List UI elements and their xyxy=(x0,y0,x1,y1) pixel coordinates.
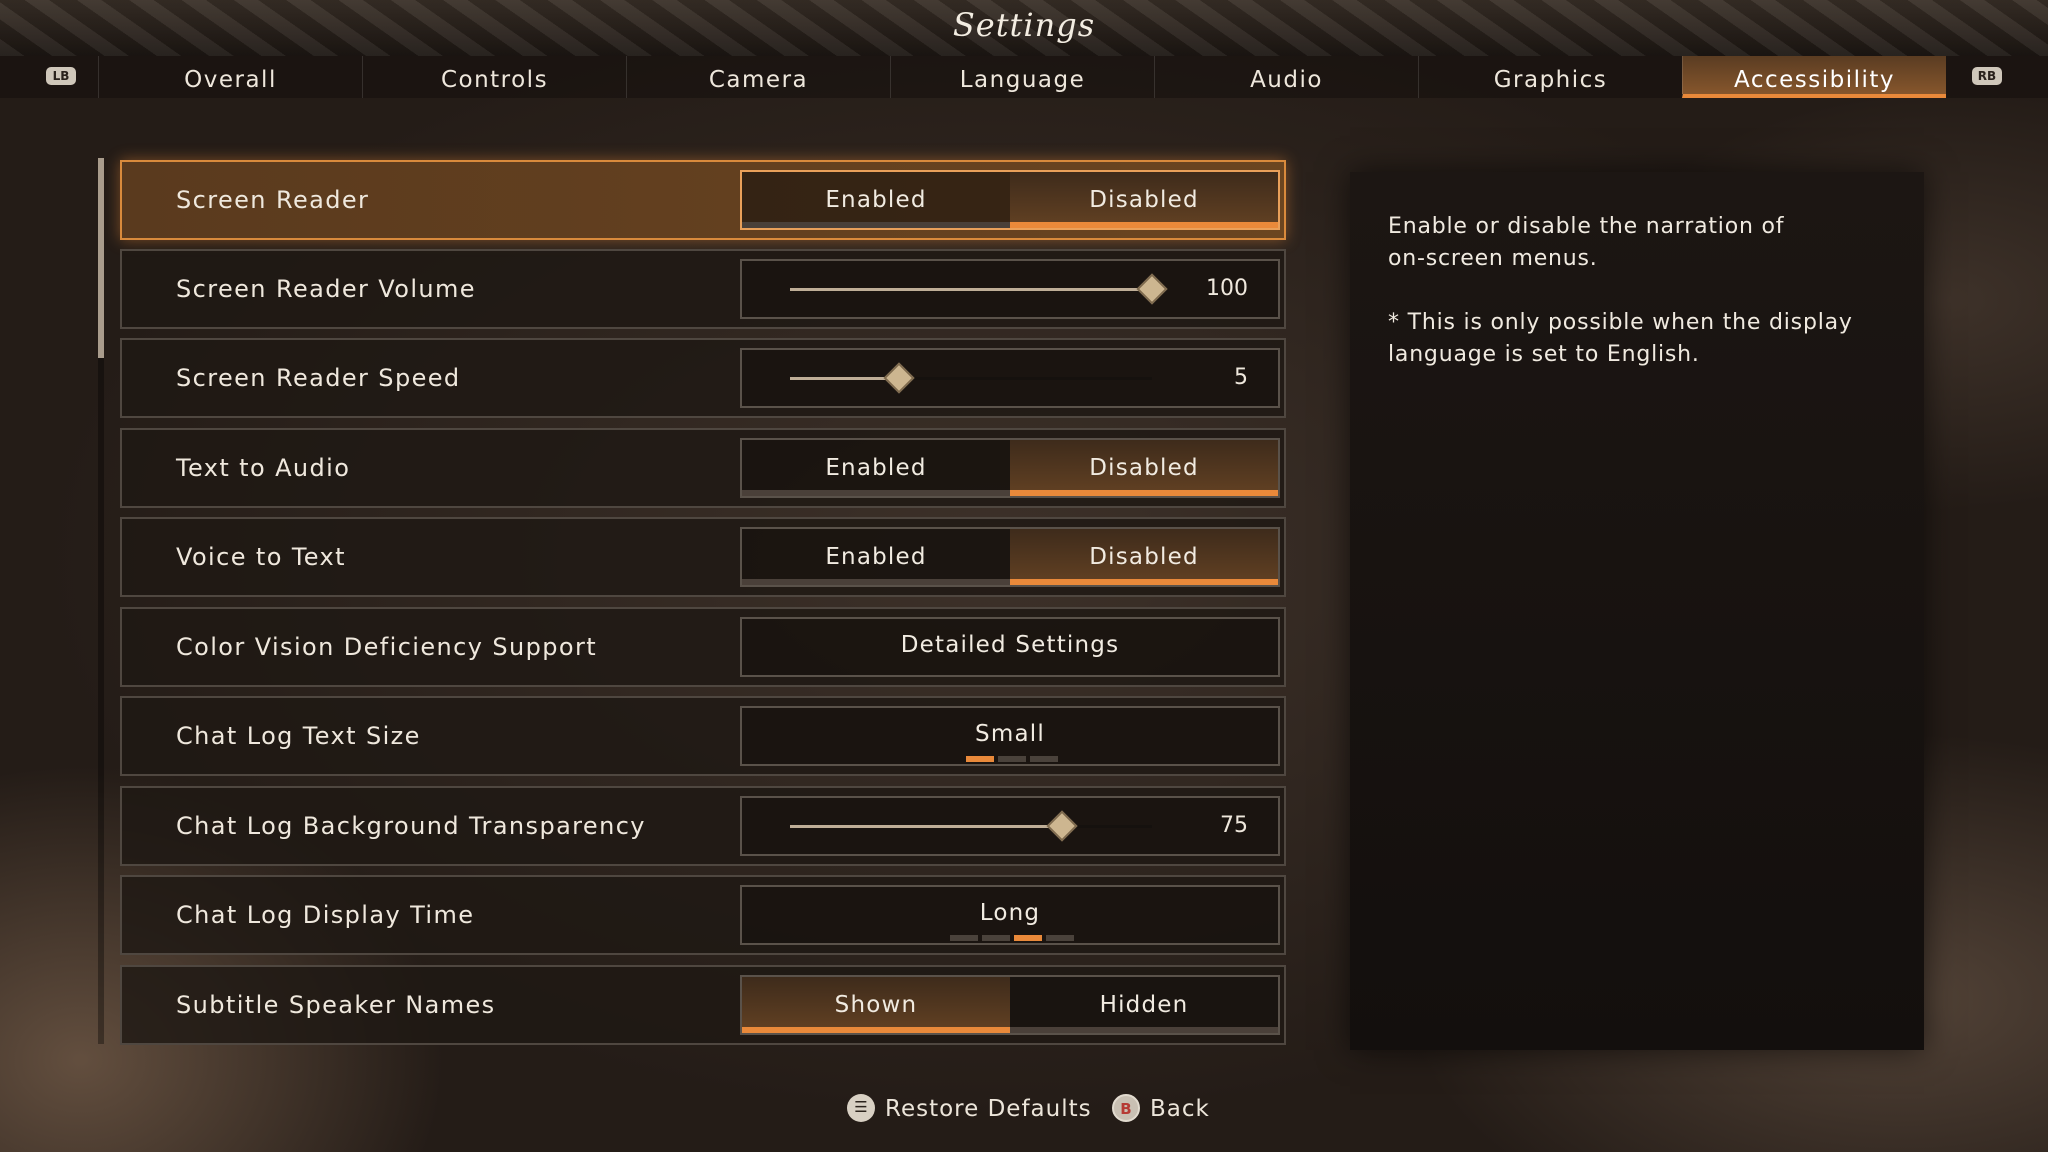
option-hidden[interactable]: Hidden xyxy=(1010,977,1278,1033)
setting-label: Voice to Text xyxy=(176,543,346,571)
setting-label: Screen Reader Speed xyxy=(176,364,461,392)
scrollbar-thumb[interactable] xyxy=(98,158,104,358)
option-enabled[interactable]: Enabled xyxy=(742,440,1010,496)
setting-row-voice-to-text[interactable]: Voice to Text Enabled Disabled xyxy=(120,517,1286,597)
option-enabled[interactable]: Enabled xyxy=(742,172,1010,228)
slider-knob[interactable] xyxy=(1045,810,1078,842)
slider-value: 75 xyxy=(1220,813,1248,838)
option-disabled[interactable]: Disabled xyxy=(1010,172,1278,228)
description-note: language is set to English. xyxy=(1388,342,1700,367)
description-note: * This is only possible when the display xyxy=(1388,310,1853,335)
step-pip xyxy=(1046,935,1074,941)
rb-bumper-icon[interactable]: RB xyxy=(1972,67,2002,85)
tab-controls[interactable]: Controls xyxy=(362,56,626,98)
setting-label: Chat Log Background Transparency xyxy=(176,812,646,840)
setting-label: Subtitle Speaker Names xyxy=(176,991,496,1019)
description-text: on-screen menus. xyxy=(1388,246,1598,271)
option-disabled[interactable]: Disabled xyxy=(1010,529,1278,585)
setting-label: Color Vision Deficiency Support xyxy=(176,633,598,661)
toggle-control: Enabled Disabled xyxy=(740,527,1280,587)
setting-row-chat-log-display-time[interactable]: Chat Log Display Time Long xyxy=(120,875,1286,955)
step-pip xyxy=(982,935,1010,941)
detailed-settings-button[interactable]: Detailed Settings xyxy=(740,617,1280,677)
slider-fill xyxy=(790,825,1062,828)
tab-accessibility[interactable]: Accessibility xyxy=(1682,56,1946,98)
toggle-control: Enabled Disabled xyxy=(740,170,1280,230)
step-pip xyxy=(1030,756,1058,762)
setting-row-screen-reader-speed[interactable]: Screen Reader Speed 5 xyxy=(120,338,1286,418)
toggle-control: Enabled Disabled xyxy=(740,438,1280,498)
toggle-control: Shown Hidden xyxy=(740,975,1280,1035)
menu-button-icon[interactable]: ☰ xyxy=(847,1094,875,1122)
slider-knob[interactable] xyxy=(883,362,915,394)
lb-bumper-icon[interactable]: LB xyxy=(46,67,76,85)
back-button[interactable]: Back xyxy=(1150,1094,1210,1124)
tab-audio[interactable]: Audio xyxy=(1154,56,1418,98)
setting-row-chat-log-text-size[interactable]: Chat Log Text Size Small xyxy=(120,696,1286,776)
tab-language[interactable]: Language xyxy=(890,56,1154,98)
step-pip xyxy=(998,756,1026,762)
stepper-control[interactable]: Small xyxy=(740,706,1280,766)
step-pip xyxy=(950,935,978,941)
setting-row-screen-reader[interactable]: Screen Reader Enabled Disabled xyxy=(120,160,1286,240)
button-label: Detailed Settings xyxy=(900,632,1120,658)
setting-label: Screen Reader Volume xyxy=(176,275,476,303)
restore-defaults-button[interactable]: Restore Defaults xyxy=(885,1094,1092,1124)
setting-row-screen-reader-volume[interactable]: Screen Reader Volume 100 xyxy=(120,249,1286,329)
slider-control: 100 xyxy=(740,259,1280,319)
setting-row-color-vision[interactable]: Color Vision Deficiency Support Detailed… xyxy=(120,607,1286,687)
slider-fill xyxy=(790,288,1152,291)
setting-row-subtitle-speaker-names[interactable]: Subtitle Speaker Names Shown Hidden xyxy=(120,965,1286,1045)
description-text: Enable or disable the narration of xyxy=(1388,214,1785,239)
setting-label: Chat Log Text Size xyxy=(176,722,421,750)
slider-control: 5 xyxy=(740,348,1280,408)
option-disabled[interactable]: Disabled xyxy=(1010,440,1278,496)
step-pip xyxy=(966,756,994,762)
slider-knob[interactable] xyxy=(1136,273,1168,305)
stepper-control[interactable]: Long xyxy=(740,885,1280,945)
step-pip xyxy=(1014,935,1042,941)
slider-control: 75 xyxy=(740,796,1280,856)
tab-overall[interactable]: Overall xyxy=(98,56,362,98)
step-indicator xyxy=(950,935,1078,941)
setting-row-text-to-audio[interactable]: Text to Audio Enabled Disabled xyxy=(120,428,1286,508)
description-panel: Enable or disable the narration of on-sc… xyxy=(1350,172,1924,1050)
step-indicator xyxy=(966,756,1062,762)
tab-graphics[interactable]: Graphics xyxy=(1418,56,1682,98)
slider-value: 5 xyxy=(1234,365,1248,390)
setting-row-chat-log-bg-transparency[interactable]: Chat Log Background Transparency 75 xyxy=(120,786,1286,866)
b-button-icon[interactable]: B xyxy=(1112,1094,1140,1122)
setting-label: Chat Log Display Time xyxy=(176,901,475,929)
tab-camera[interactable]: Camera xyxy=(626,56,890,98)
setting-label: Screen Reader xyxy=(176,186,370,214)
option-enabled[interactable]: Enabled xyxy=(742,529,1010,585)
page-title: Settings xyxy=(952,6,1096,44)
option-shown[interactable]: Shown xyxy=(742,977,1010,1033)
slider-value: 100 xyxy=(1206,276,1248,301)
setting-label: Text to Audio xyxy=(176,454,351,482)
